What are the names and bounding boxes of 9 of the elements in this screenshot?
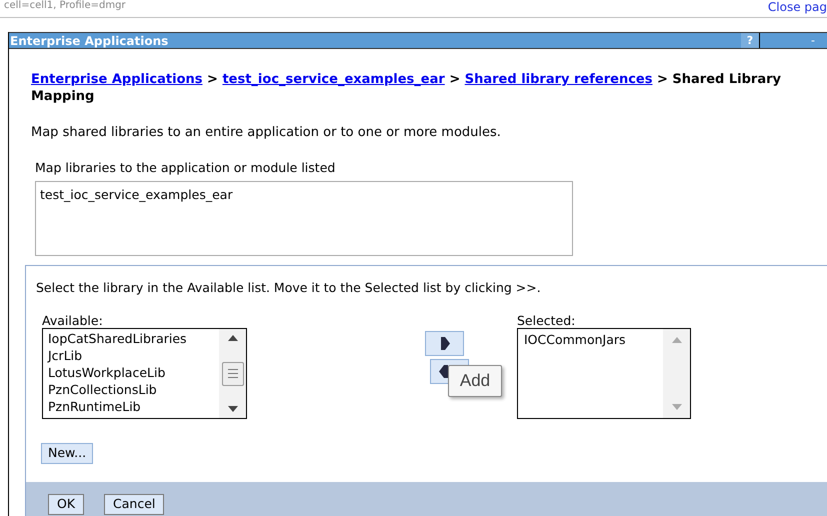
context-text: cell=cell1, Profile=dmgr	[3, 0, 126, 12]
module-list-label: Map libraries to the application or module listed	[35, 158, 336, 177]
window-title: Enterprise Applications	[9, 32, 168, 50]
selected-label: Selected:	[517, 314, 576, 328]
breadcrumb-text: Enterprise Applications > test_ioc_service_examples_ear > Shared library references > Shared Library Mapping	[31, 71, 782, 105]
instruction-text: Select the library in the Available list. Move it to the Selected list by clicking >>.	[36, 279, 542, 298]
description-text: Map shared libraries to an entire application or to one or more modules.	[31, 124, 502, 142]
available-label: Available:	[42, 314, 104, 328]
add-tooltip: Add	[448, 365, 502, 397]
